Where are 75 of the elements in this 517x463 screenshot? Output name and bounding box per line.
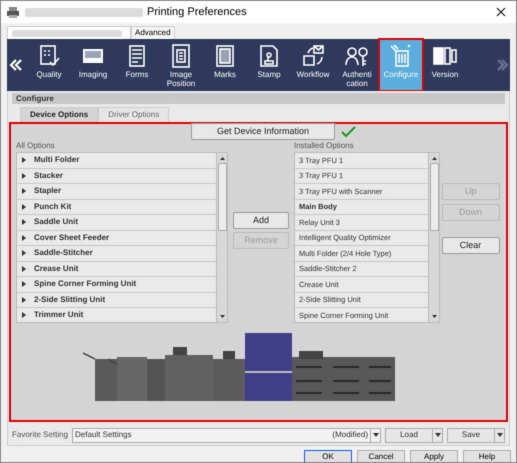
scrollbar[interactable] [216,153,227,322]
window-title: Printing Preferences [147,4,247,20]
toolbar-label: Stamp [257,70,281,79]
caret-down-icon[interactable] [434,433,440,437]
list-label: All Options [16,140,56,152]
list-item[interactable]: Trimmer Unit [17,308,216,322]
toolbar-label: Workflow [296,70,330,79]
tab[interactable]: Device Options [20,107,98,122]
button[interactable]: Add [233,212,289,229]
toolbar-label: Version [432,70,458,79]
triangle-right-icon[interactable] [21,234,27,241]
toolbar-label: Configure [384,70,418,79]
toolbar-tab[interactable]: Stamp [247,39,291,91]
tab[interactable]: Driver Options [98,107,170,122]
caret-down-icon[interactable] [496,433,502,437]
scroll-down-icon[interactable] [430,313,438,320]
scroll-down-icon[interactable] [218,313,226,320]
toolbar-tab[interactable]: Version [423,39,467,91]
list-label: Installed Options [294,140,355,152]
scroll-thumb[interactable] [218,163,226,231]
triangle-right-icon[interactable] [21,172,27,179]
split-button[interactable]: Load [385,428,443,442]
caret-down-icon[interactable] [372,433,378,437]
printer-icon [7,6,19,18]
mail-tray-icon [300,43,326,69]
toolbar-tab[interactable]: Forms [115,39,159,91]
toolbar-label: Image Position [166,70,196,88]
scrollbar[interactable] [428,153,439,322]
triangle-right-icon[interactable] [21,312,27,318]
toolbar-tab[interactable]: Image Position [159,39,203,91]
toolbar-label: Marks [214,70,236,79]
toolbar-label: Imaging [78,70,108,79]
triangle-right-icon[interactable] [21,157,27,164]
toolbar-label: Forms [126,70,148,79]
checkmark-icon [341,126,356,138]
triangle-right-icon[interactable] [21,281,27,288]
list-item[interactable]: Stacker [17,168,216,184]
button[interactable]: Get Device Information [191,123,335,140]
status-text: (Modified) [332,429,368,441]
list-item[interactable]: Cover Sheet Feeder [17,230,216,246]
list-item[interactable]: Stapler [17,184,216,200]
list-item[interactable]: Saddle Unit [17,215,216,230]
triangle-right-icon[interactable] [21,204,27,210]
list-item[interactable]: 2-Side Slitting Unit [17,292,216,308]
list-item[interactable]: Multi Folder [17,153,216,168]
dialog-button[interactable]: OK [304,450,352,462]
button[interactable]: Clear [442,237,500,254]
triangle-right-icon[interactable] [21,250,27,256]
dialog-button[interactable]: Cancel [357,450,405,462]
triangle-right-icon[interactable] [21,188,27,194]
dropdown-field[interactable]: Default Settings (Modified) [72,428,381,442]
field-value: Default Settings [75,429,133,441]
list-item[interactable]: Punch Kit [17,200,216,215]
list-item[interactable]: Saddle-Stitcher [17,246,216,262]
dialog-button[interactable]: Help [463,450,511,462]
split-button[interactable]: Save [447,428,505,442]
toolbar-label: Quality [36,70,62,79]
list-item[interactable]: Crease Unit [17,262,216,277]
triangle-right-icon[interactable] [21,219,27,226]
double-chevron-left-icon[interactable] [9,58,23,72]
list-item[interactable]: Spine Corner Forming Unit [17,277,216,292]
toolbar-tab[interactable]: Marks [203,39,247,91]
triangle-right-icon[interactable] [21,266,27,272]
dialog-button[interactable]: Apply [410,450,458,462]
scroll-thumb[interactable] [430,163,438,231]
toolbar-tab[interactable]: Authenti cation [335,39,379,91]
toolbar-tab[interactable]: Workflow [291,39,335,91]
toolbar-label: Authenti cation [342,70,372,88]
toolbar-tab[interactable]: Imaging [71,39,115,91]
triangle-right-icon[interactable] [21,296,27,303]
section-header: Configure [12,93,505,104]
toolbar-tab[interactable]: Quality [27,39,71,91]
field-label: Favorite Setting [12,429,68,441]
tab[interactable]: Advanced [131,26,175,39]
close-icon[interactable] [496,7,506,17]
